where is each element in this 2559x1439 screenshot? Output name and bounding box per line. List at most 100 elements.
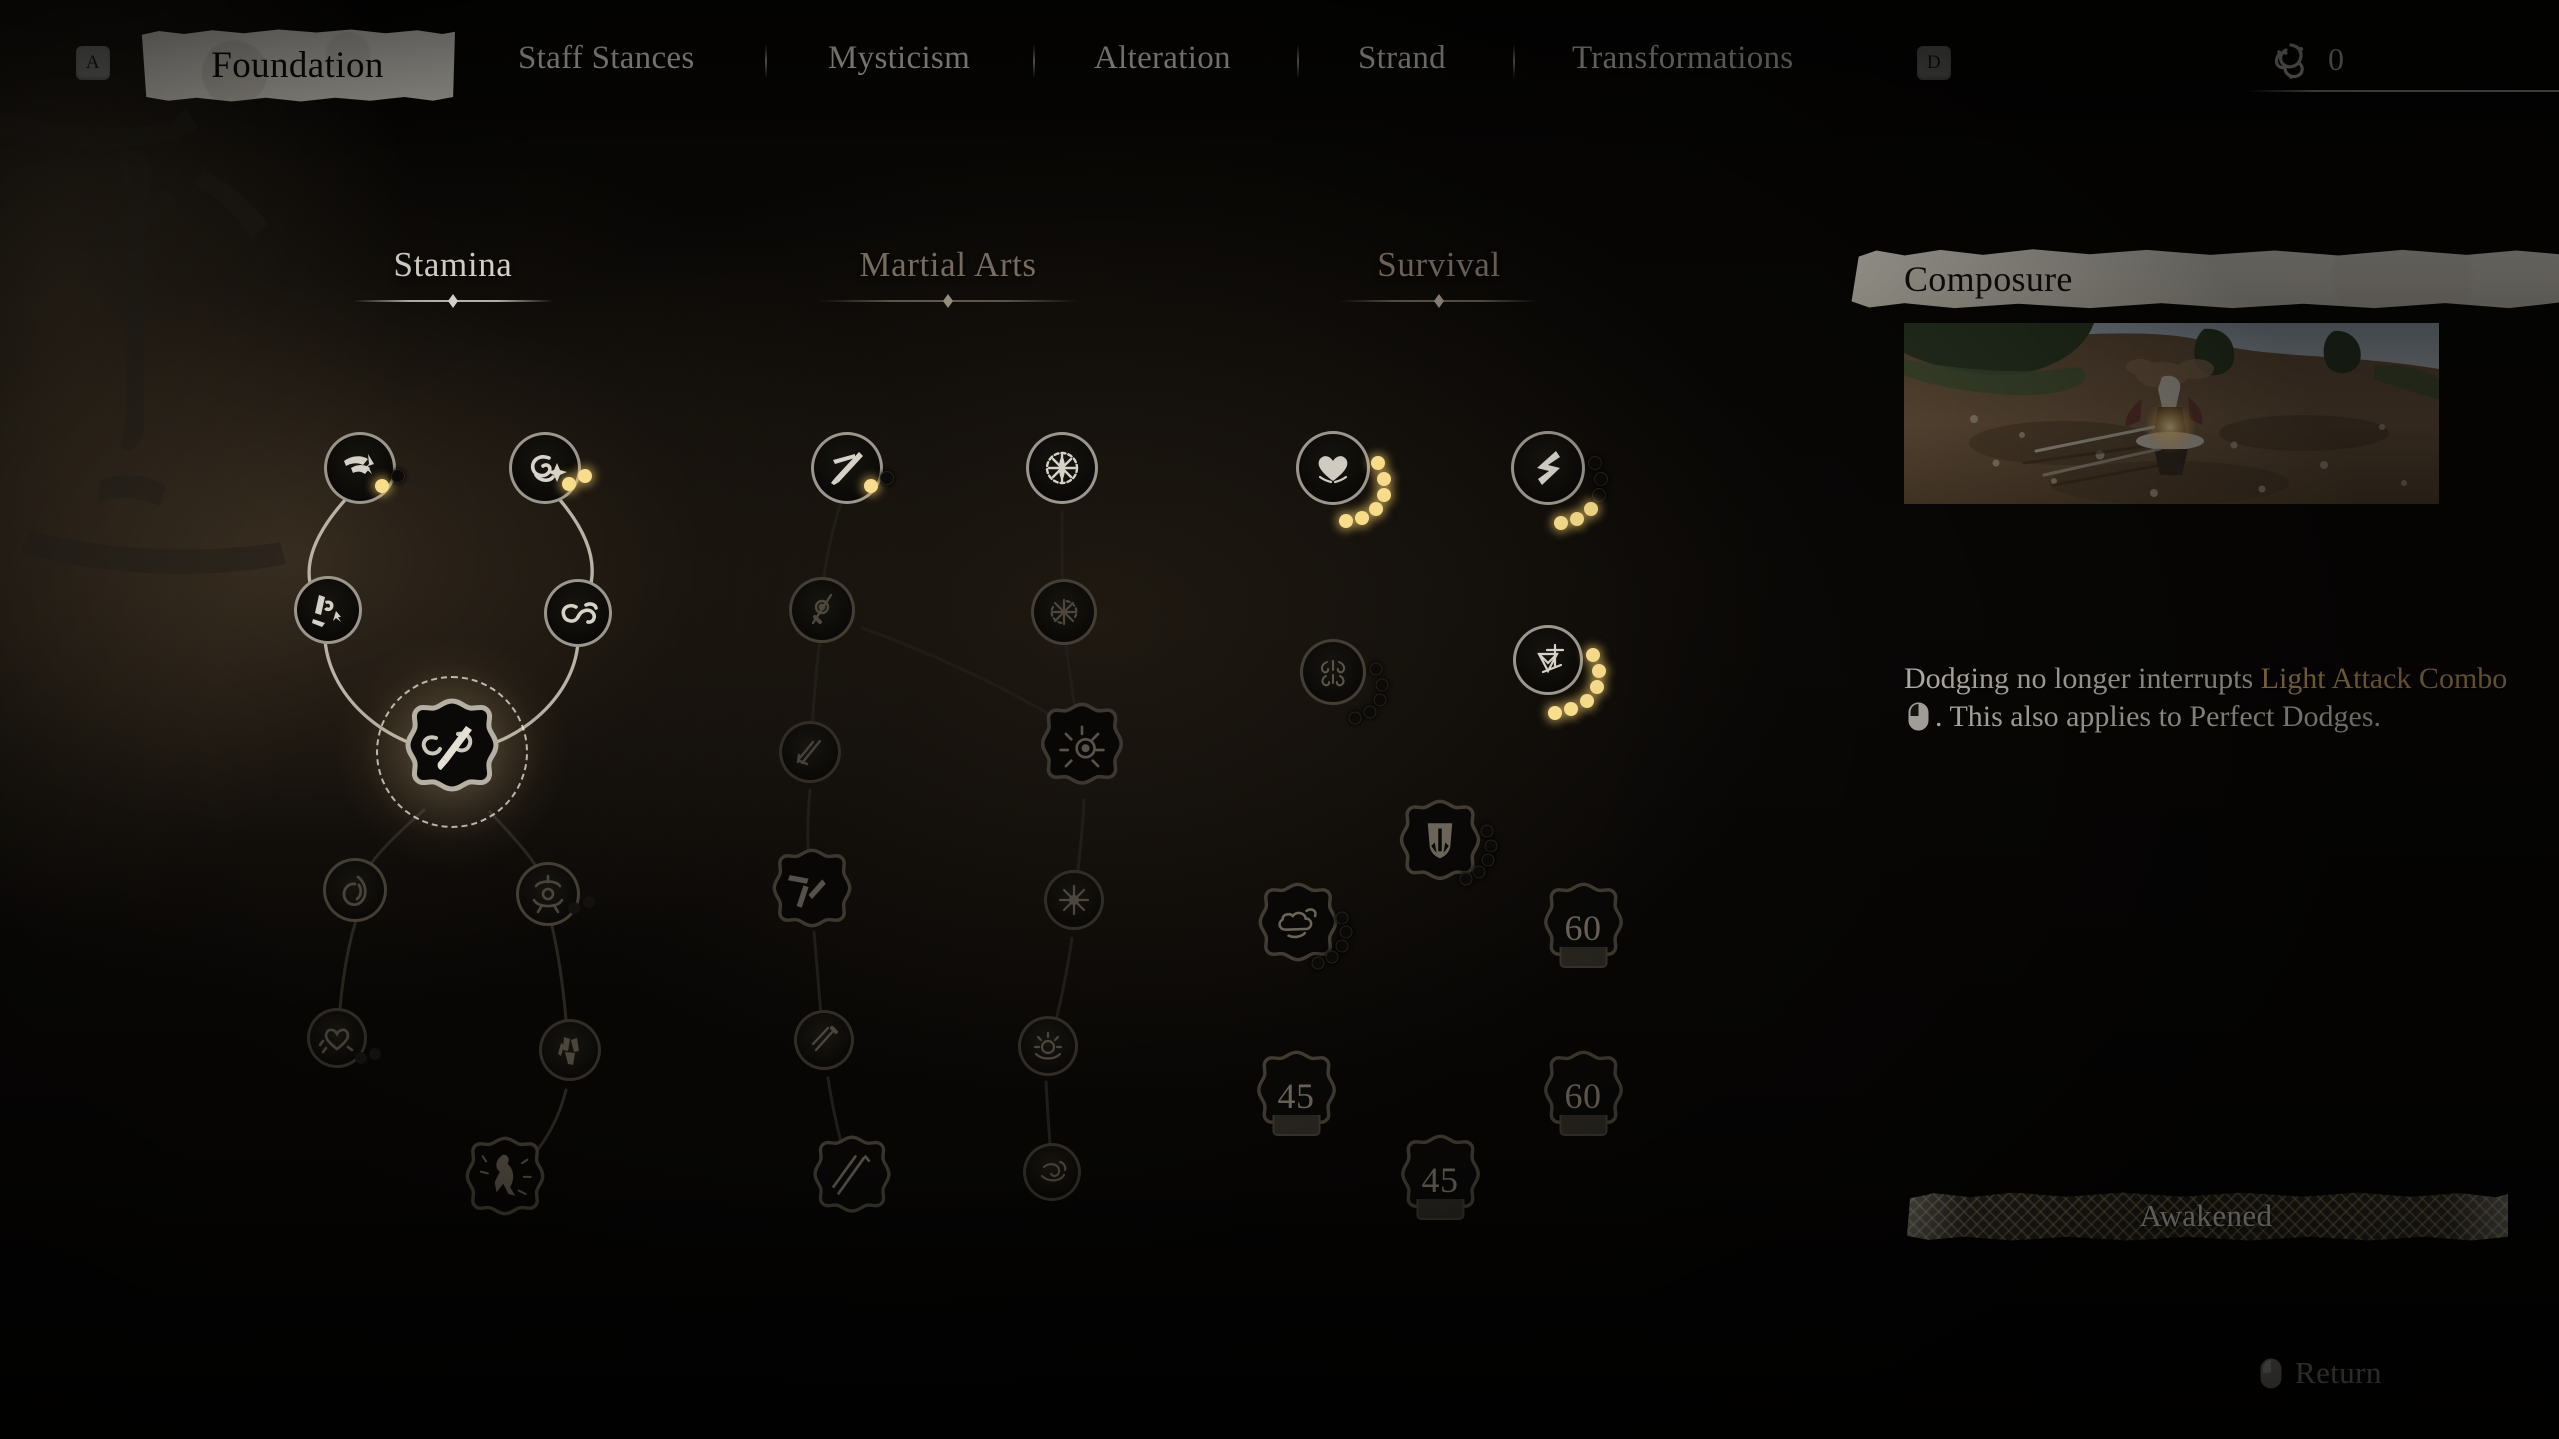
radial-burst-dim-icon — [1050, 598, 1078, 626]
locked-level-requirement: 45 — [1277, 1076, 1315, 1116]
skill-node-survival-1[interactable] — [1296, 431, 1391, 528]
skill-node-stamina-2[interactable] — [509, 432, 592, 504]
skill-tree-screen: A Foundation Staff Stances Mysticism Alt… — [0, 0, 2559, 1439]
skill-detail-panel: Composure Dodging no longer interrupts L… — [1848, 0, 2559, 1439]
cloud-wisp-node-frame — [1258, 882, 1338, 962]
tab-strand[interactable]: Strand — [1358, 40, 1446, 77]
tab-separator — [765, 44, 767, 78]
spark-currency: 0 — [2268, 36, 2344, 82]
skill-node-composure-selected[interactable] — [337, 637, 567, 867]
skill-node-stamina-5[interactable] — [323, 858, 387, 922]
column-header-survival[interactable]: Survival — [1339, 245, 1539, 308]
column-underline — [353, 294, 553, 308]
description-part-2: . This also applies to Perfect Dodges. — [1935, 700, 2382, 734]
skill-node-martial-1[interactable] — [811, 432, 894, 504]
key-hint-d: D — [1917, 46, 1951, 80]
skill-node-martial-6[interactable] — [1032, 700, 1132, 800]
skill-node-stamina-1[interactable] — [324, 432, 405, 504]
skill-node-stamina-9[interactable] — [457, 1134, 553, 1230]
column-underline — [818, 294, 1078, 308]
locked-level-requirement: 60 — [1564, 1076, 1602, 1116]
ornate-crest-icon — [1320, 660, 1346, 687]
top-navigation-bar: A Foundation Staff Stances Mysticism Alt… — [0, 0, 2559, 102]
lock-tab — [1559, 1115, 1607, 1136]
column-header-martial-arts[interactable]: Martial Arts — [818, 245, 1078, 308]
hammer-staff-icon — [811, 593, 833, 625]
gem-strike-icon — [1537, 643, 1565, 674]
skill-preview-image — [1904, 323, 2439, 504]
lock-tab — [1559, 947, 1607, 968]
radiant-circle-icon — [1033, 1031, 1063, 1060]
spark-count: 0 — [2328, 40, 2344, 77]
right-mouse-button-icon — [2260, 1358, 2282, 1388]
skill-node-stamina-8[interactable] — [539, 1019, 601, 1081]
description-part-1: Dodging no longer interrupts — [1904, 662, 2261, 695]
tab-mysticism[interactable]: Mysticism — [828, 40, 970, 77]
column-header-stamina[interactable]: Stamina — [353, 245, 553, 308]
tab-staff-stances[interactable]: Staff Stances — [518, 40, 695, 77]
heart-icon — [1318, 456, 1348, 484]
skill-node-survival-3[interactable] — [1300, 639, 1389, 725]
skill-node-martial-8[interactable] — [1044, 870, 1104, 930]
heart-vigor-icon — [318, 1028, 354, 1054]
burst-stance-node-frame — [465, 1136, 545, 1216]
swirl-spark-icon — [530, 455, 567, 482]
skill-node-martial-2[interactable] — [1026, 432, 1098, 504]
skill-node-stamina-3[interactable] — [294, 576, 362, 644]
teardrop-flow-icon — [342, 875, 367, 906]
lock-tab — [1272, 1115, 1320, 1136]
skill-node-martial-4[interactable] — [1031, 579, 1097, 645]
skill-node-survival-6[interactable] — [1250, 880, 1353, 976]
lightning-shard-icon — [1537, 451, 1560, 485]
tab-separator — [1033, 44, 1035, 78]
tab-foundation-label: Foundation — [211, 45, 384, 86]
skill-node-martial-11[interactable] — [805, 1133, 899, 1227]
composure-node-frame — [405, 698, 499, 792]
skill-node-martial-12[interactable] — [1023, 1143, 1081, 1201]
ground-slam-icon — [532, 874, 564, 914]
skill-node-martial-9[interactable] — [794, 1010, 854, 1070]
skill-node-survival-4[interactable] — [1513, 625, 1606, 720]
skill-tree: Stamina Martial Arts Survival 60 45 60 4… — [0, 0, 1860, 1439]
spin-strike-node-frame — [772, 848, 852, 928]
skill-node-stamina-6[interactable] — [516, 862, 595, 926]
lock-tab — [1416, 1199, 1464, 1220]
armor-crest-node-frame — [1399, 799, 1481, 881]
skill-node-locked-60-a[interactable]: 60 — [1543, 882, 1623, 968]
skill-node-martial-7[interactable] — [764, 846, 860, 942]
double-blade-node-frame — [813, 1135, 891, 1213]
double-swirl-icon — [561, 602, 598, 624]
skill-node-stamina-7[interactable] — [307, 1008, 381, 1068]
awakened-label: Awakened — [2139, 1198, 2273, 1233]
warrior-stance-icon — [558, 1037, 579, 1065]
description-highlight: Light Attack Combo — [2260, 662, 2508, 695]
tab-separator — [1297, 44, 1299, 78]
dash-wind-icon — [344, 454, 374, 474]
locked-level-requirement: 60 — [1564, 908, 1602, 948]
skill-node-locked-45-a[interactable]: 45 — [1256, 1050, 1336, 1136]
locked-level-requirement: 45 — [1421, 1160, 1459, 1200]
vortex-node-frame — [1040, 702, 1124, 785]
tab-transformations[interactable]: Transformations — [1572, 40, 1793, 77]
skill-node-stamina-4[interactable] — [544, 579, 612, 647]
return-label: Return — [2295, 1355, 2382, 1390]
column-underline — [1339, 294, 1539, 308]
slash-streak-icon — [796, 739, 822, 766]
awakened-button[interactable]: Awakened — [1907, 1192, 2508, 1241]
skill-description: Dodging no longer interrupts Light Attac… — [1904, 660, 2524, 736]
radial-burst-icon — [1045, 451, 1079, 485]
skill-node-martial-10[interactable] — [1018, 1016, 1078, 1076]
return-hint[interactable]: Return — [2260, 1355, 2382, 1391]
skill-node-martial-5[interactable] — [779, 721, 841, 783]
tab-alteration[interactable]: Alteration — [1094, 40, 1231, 77]
panel-title: Composure — [1904, 259, 2073, 299]
skill-node-locked-60-b[interactable]: 60 — [1543, 1050, 1623, 1136]
skill-node-survival-2[interactable] — [1511, 431, 1608, 530]
spark-knot-icon — [2274, 43, 2304, 79]
skill-node-locked-45-b[interactable]: 45 — [1400, 1134, 1480, 1220]
skill-node-martial-3[interactable] — [789, 577, 855, 643]
wind-swirl-dim-icon — [1040, 1160, 1067, 1182]
tab-foundation[interactable]: Foundation — [141, 29, 455, 102]
tab-separator — [1513, 44, 1515, 78]
skill-node-survival-5[interactable] — [1391, 797, 1498, 895]
